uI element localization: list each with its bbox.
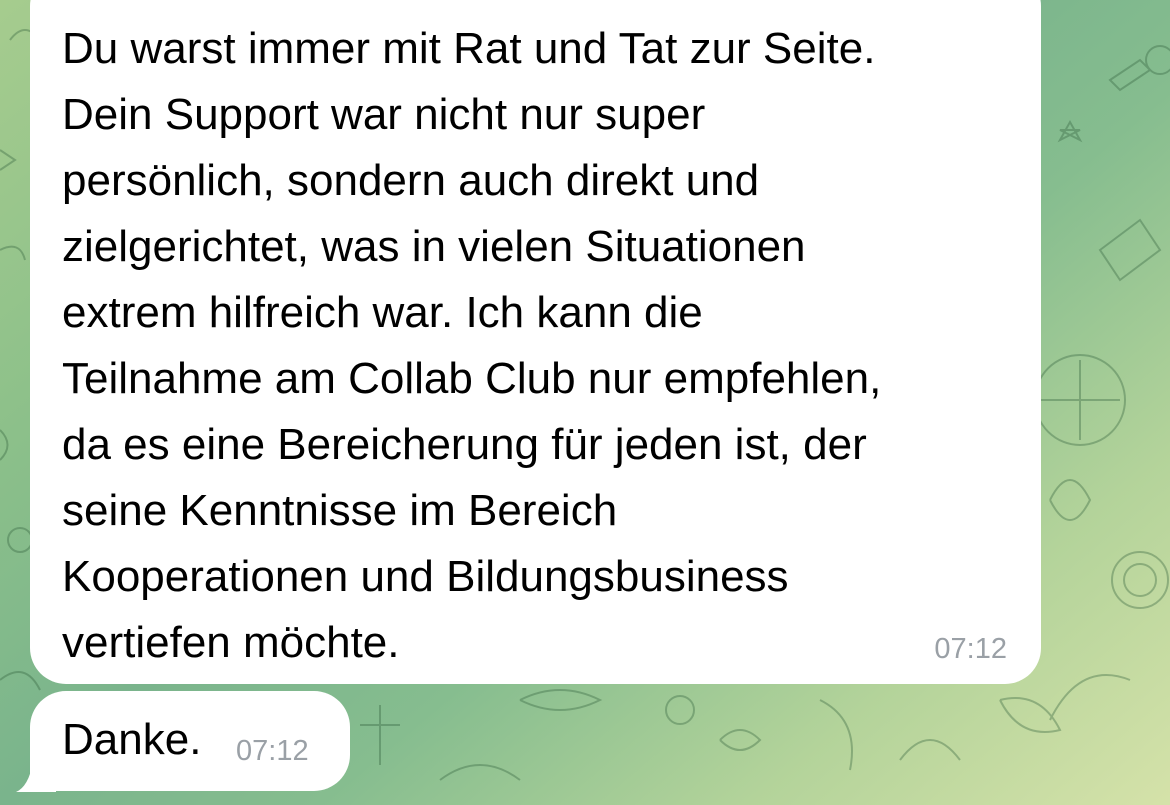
message-bubble[interactable]: Danke. 07:12	[30, 691, 350, 791]
message-bubble[interactable]: Du warst immer mit Rat und Tat zur Seite…	[30, 0, 1041, 684]
message-text: Danke.	[62, 715, 202, 764]
message-text: Du warst immer mit Rat und Tat zur Seite…	[62, 24, 882, 667]
message-timestamp: 07:12	[236, 735, 309, 767]
message-timestamp: 07:12	[934, 633, 1007, 665]
